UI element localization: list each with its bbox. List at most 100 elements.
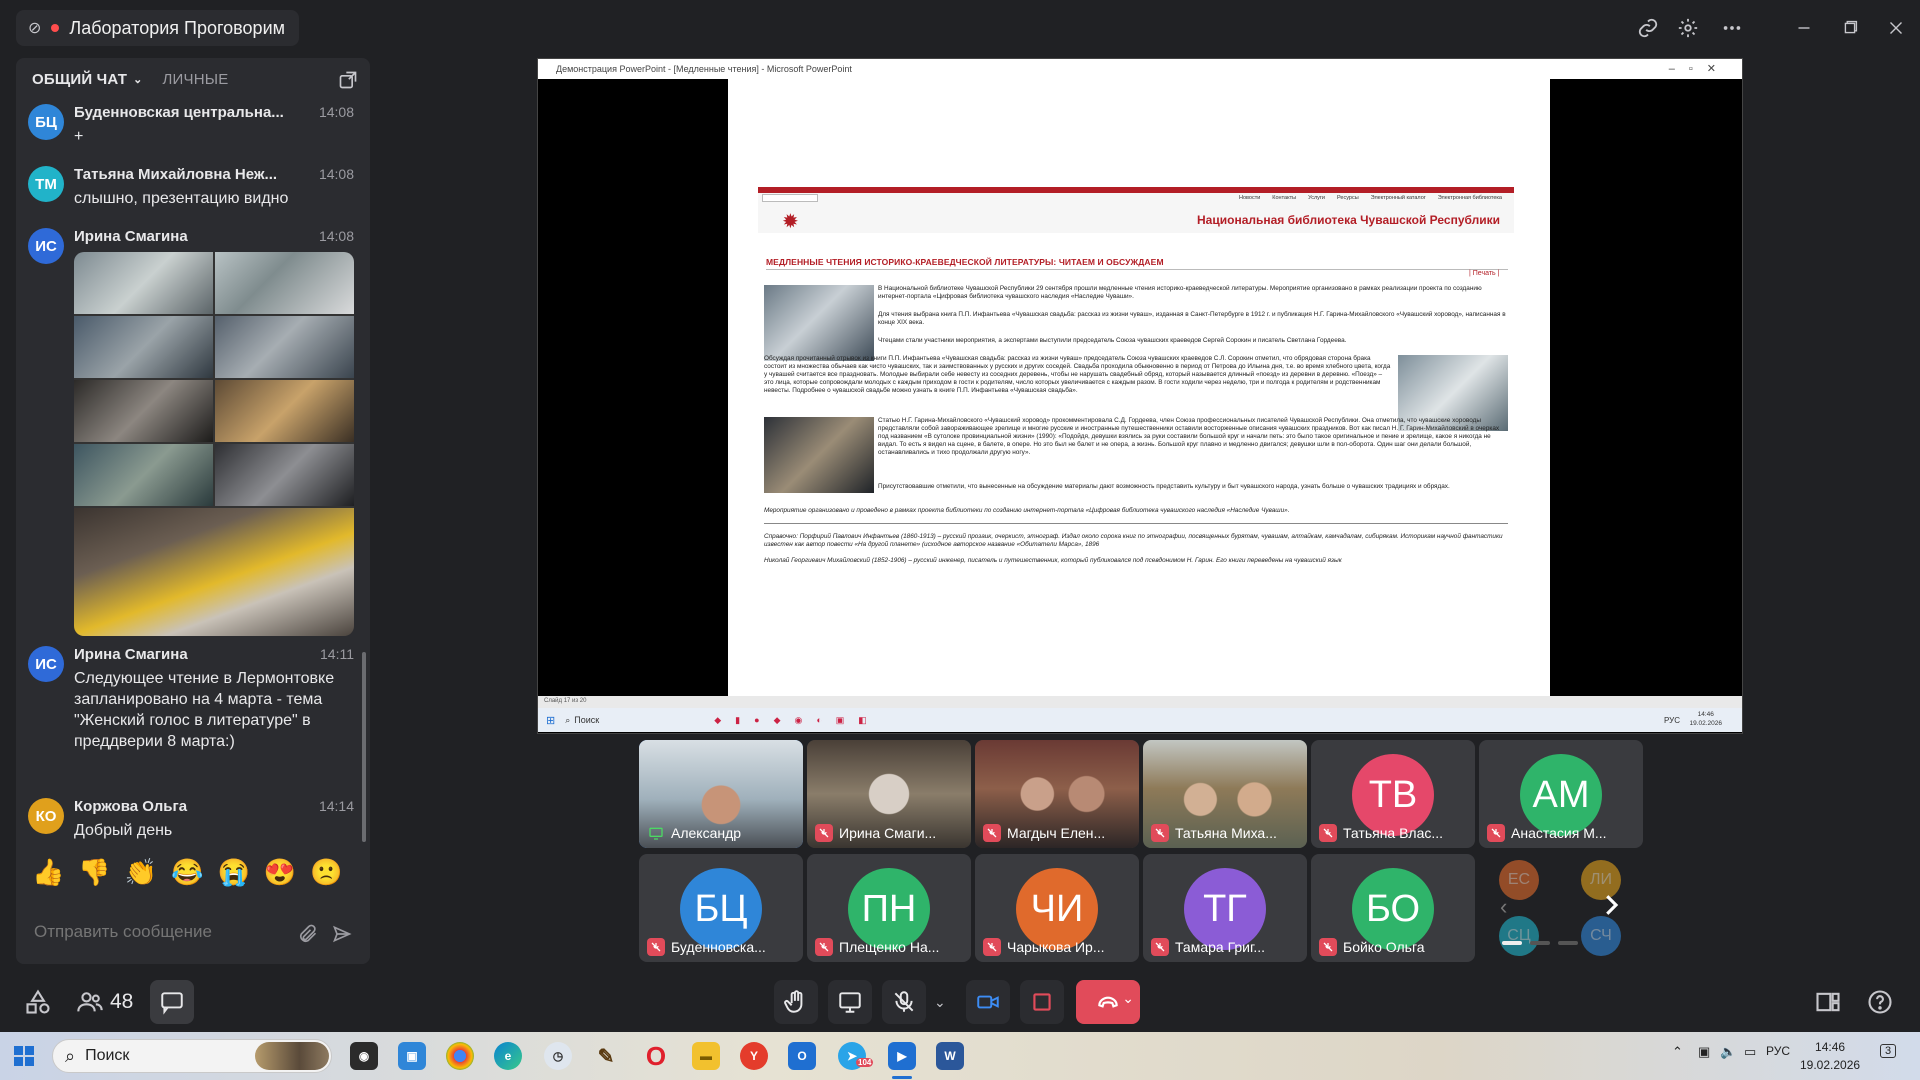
- photo-thumbnail[interactable]: [215, 380, 354, 442]
- participant-tile[interactable]: БО Бойко Ольга: [1311, 854, 1475, 962]
- more-icon[interactable]: [1718, 14, 1746, 42]
- tray-app-icon[interactable]: ▣: [1698, 1044, 1710, 1060]
- clock-app-icon[interactable]: ◷: [544, 1042, 572, 1070]
- chevron-left-icon[interactable]: ‹: [1500, 894, 1507, 920]
- participant-name: Бойко Ольга: [1343, 939, 1425, 955]
- link-icon[interactable]: [1634, 14, 1662, 42]
- chat-toggle-button[interactable]: [150, 980, 194, 1024]
- cry-icon[interactable]: 😭: [218, 857, 250, 888]
- leave-call-button[interactable]: ⌄: [1076, 980, 1140, 1024]
- raise-hand-button[interactable]: [774, 980, 818, 1024]
- participant-tile[interactable]: ПН Плещенко На...: [807, 854, 971, 962]
- mic-options-chevron-icon[interactable]: ⌄: [934, 994, 946, 1011]
- file-explorer-icon[interactable]: ▬: [692, 1042, 720, 1070]
- participant-tile[interactable]: БЦ Буденновска...: [639, 854, 803, 962]
- outlook-icon[interactable]: O: [788, 1042, 816, 1070]
- participant-tile[interactable]: ТГ Тамара Григ...: [1143, 854, 1307, 962]
- chevron-up-icon[interactable]: ⌃: [1672, 1044, 1683, 1060]
- room-title-pill[interactable]: ⊘ Лаборатория Проговорим: [16, 10, 299, 46]
- participants-button[interactable]: 48: [76, 988, 133, 1016]
- photo-thumbnail[interactable]: [215, 444, 354, 506]
- record-button[interactable]: [1020, 980, 1064, 1024]
- tab-general-chat[interactable]: ОБЩИЙ ЧАТ ⌄: [32, 71, 142, 88]
- microphone-button[interactable]: [882, 980, 926, 1024]
- pinned-app-icon[interactable]: ✎: [592, 1042, 620, 1070]
- page-dot[interactable]: [1530, 941, 1550, 945]
- video-conference-app-icon[interactable]: ▶: [888, 1042, 916, 1070]
- yandex-browser-icon[interactable]: Y: [740, 1042, 768, 1070]
- screen-share-button[interactable]: [828, 980, 872, 1024]
- sad-icon[interactable]: 🙁: [310, 857, 342, 888]
- layout-icon[interactable]: [1814, 988, 1842, 1021]
- list-item: БЦ Буденновская центральна... 14:08 +: [28, 104, 358, 160]
- participant-tile[interactable]: Александр: [639, 740, 803, 848]
- site-header: Новости Контакты Услуги Ресурсы Электрон…: [758, 187, 1514, 233]
- close-icon[interactable]: [1882, 14, 1910, 42]
- message-time: 14:08: [318, 228, 354, 244]
- overflow-avatar[interactable]: СЦ: [1499, 916, 1539, 956]
- send-icon[interactable]: [332, 924, 354, 946]
- thumbs-up-icon[interactable]: 👍: [32, 857, 64, 888]
- chrome-icon[interactable]: [446, 1042, 474, 1070]
- photo-thumbnail[interactable]: [74, 444, 213, 506]
- minimize-icon[interactable]: [1790, 14, 1818, 42]
- video-camera-icon: [977, 995, 999, 1009]
- chat-scrollbar[interactable]: [362, 652, 366, 842]
- camera-button[interactable]: [966, 980, 1010, 1024]
- windows-start-icon[interactable]: [12, 1044, 36, 1073]
- photo-thumbnail[interactable]: [74, 508, 354, 636]
- mic-off-icon: [1487, 824, 1505, 842]
- os-clock[interactable]: 14:46 19.02.2026: [1800, 1038, 1860, 1074]
- article-paragraph: Мероприятие организовано и проведено в р…: [764, 507, 1290, 514]
- thumbs-down-icon[interactable]: 👎: [78, 857, 110, 888]
- participant-tile[interactable]: Татьяна Миха...: [1143, 740, 1307, 848]
- message-list[interactable]: БЦ Буденновская центральна... 14:08 + ТМ…: [16, 104, 370, 894]
- leave-options-chevron-icon[interactable]: ⌄: [1122, 990, 1134, 1007]
- gear-icon[interactable]: [1674, 14, 1702, 42]
- participant-tile[interactable]: ЧИ Чарыкова Ир...: [975, 854, 1139, 962]
- os-search-box[interactable]: ⌕ Поиск: [52, 1039, 332, 1073]
- camera-app-icon[interactable]: ◉: [350, 1042, 378, 1070]
- shared-screen[interactable]: Демонстрация PowerPoint - [Медленные чте…: [537, 58, 1743, 734]
- restore-icon[interactable]: [1836, 14, 1864, 42]
- participant-nameplate: Бойко Ольга: [1311, 932, 1475, 962]
- search-decoration-image: [255, 1042, 329, 1070]
- meeting-app-icon[interactable]: ▣: [398, 1042, 426, 1070]
- telegram-icon[interactable]: ➤ 104: [838, 1042, 874, 1070]
- site-nav-item: Электронная библиотека: [1437, 195, 1502, 201]
- paperclip-icon[interactable]: [298, 924, 320, 946]
- participant-tile[interactable]: АМ Анастасия М...: [1479, 740, 1643, 848]
- edge-icon[interactable]: e: [494, 1042, 522, 1070]
- network-icon[interactable]: ▭: [1744, 1044, 1756, 1060]
- overflow-avatar[interactable]: СЧ: [1581, 916, 1621, 956]
- heart-eyes-icon[interactable]: 😍: [264, 857, 296, 888]
- word-icon[interactable]: W: [936, 1042, 964, 1070]
- help-icon[interactable]: [1866, 988, 1894, 1021]
- shapes-icon[interactable]: [24, 988, 54, 1018]
- photo-thumbnail[interactable]: [215, 316, 354, 378]
- participant-tile[interactable]: Ирина Смаги...: [807, 740, 971, 848]
- tab-private[interactable]: ЛИЧНЫЕ: [162, 71, 228, 88]
- opera-icon[interactable]: O: [642, 1041, 670, 1071]
- photo-thumbnail[interactable]: [74, 252, 213, 314]
- reaction-bar: 👍 👎 👏 😂 😭 😍 🙁: [16, 848, 370, 896]
- screen-share-icon: [647, 824, 665, 842]
- language-indicator[interactable]: РУС: [1766, 1044, 1790, 1058]
- notification-icon[interactable]: 3: [1880, 1042, 1897, 1058]
- participant-name: Ирина Смаги...: [839, 825, 937, 841]
- chevron-right-icon[interactable]: [1596, 890, 1626, 920]
- page-dot[interactable]: [1502, 941, 1522, 945]
- popout-icon[interactable]: [338, 70, 358, 90]
- photo-thumbnail[interactable]: [74, 380, 213, 442]
- clap-icon[interactable]: 👏: [125, 857, 157, 888]
- photo-album[interactable]: [74, 252, 354, 636]
- page-dot[interactable]: [1558, 941, 1578, 945]
- participant-tile[interactable]: ТВ Татьяна Влас...: [1311, 740, 1475, 848]
- message-author: Ирина Смагина: [74, 228, 188, 245]
- message-input[interactable]: [34, 922, 284, 942]
- photo-thumbnail[interactable]: [215, 252, 354, 314]
- volume-icon[interactable]: 🔈: [1720, 1044, 1736, 1060]
- participant-tile[interactable]: Магдыч Елен...: [975, 740, 1139, 848]
- photo-thumbnail[interactable]: [74, 316, 213, 378]
- laugh-icon[interactable]: 😂: [171, 857, 203, 888]
